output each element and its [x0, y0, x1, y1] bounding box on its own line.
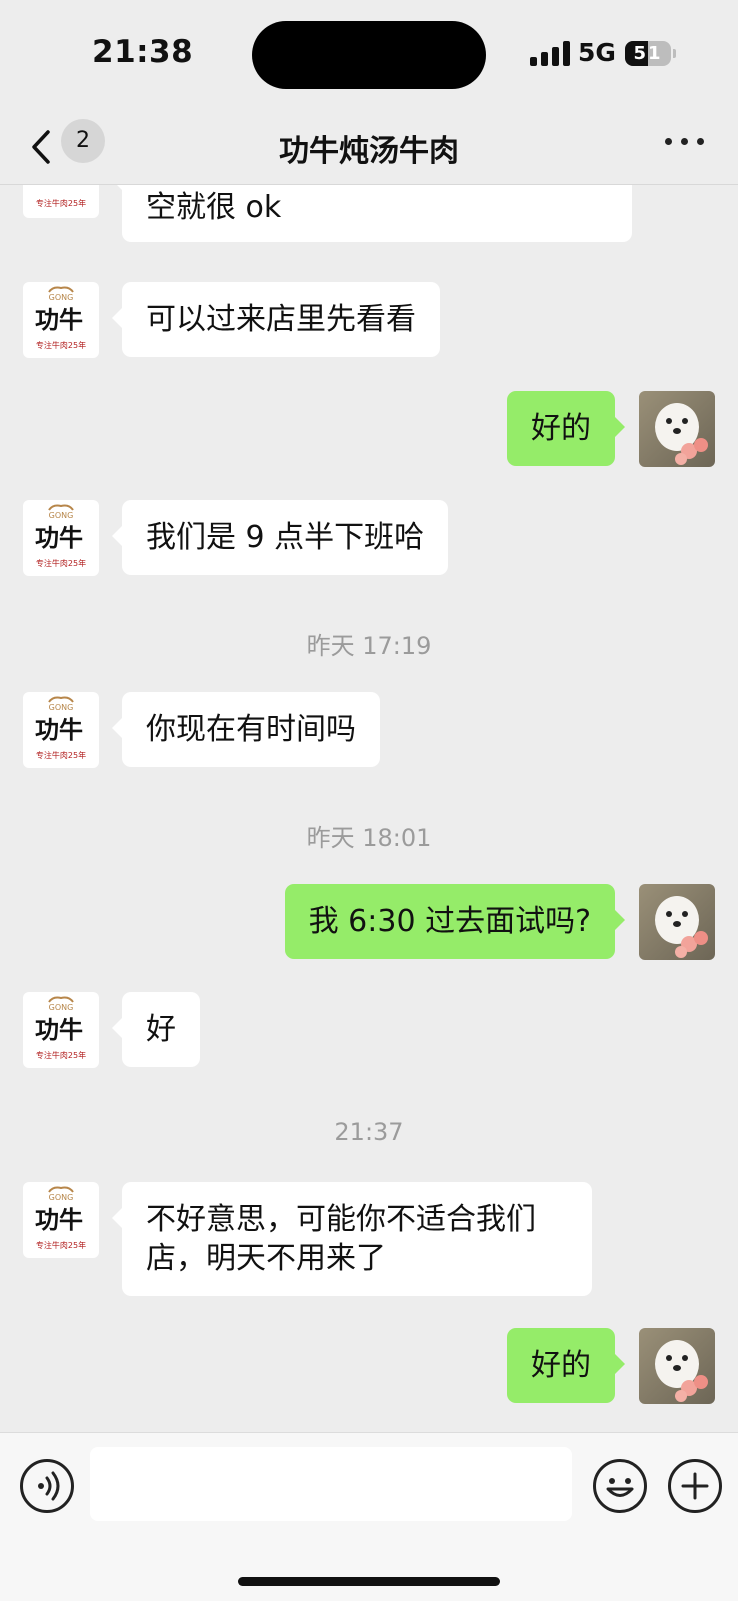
- message-text: 空就很 ok: [146, 190, 282, 225]
- message-text: 我们是 9 点半下班哈: [146, 520, 425, 555]
- svg-text:GONG: GONG: [49, 703, 74, 712]
- user-avatar[interactable]: [639, 391, 715, 467]
- svg-text:专注牛肉25年: 专注牛肉25年: [36, 750, 86, 760]
- message-text: 好: [146, 1012, 176, 1047]
- timestamp: 21:37: [334, 1118, 404, 1146]
- message-text: 可以过来店里先看看: [146, 302, 416, 337]
- emoji-icon[interactable]: [593, 1459, 647, 1513]
- svg-text:专注牛肉25年: 专注牛肉25年: [36, 198, 86, 208]
- contact-avatar[interactable]: GONG 功牛专注牛肉25年: [23, 992, 99, 1068]
- svg-text:GONG: GONG: [49, 1193, 74, 1202]
- contact-avatar[interactable]: GONG 功牛专注牛肉25年: [23, 1182, 99, 1258]
- message-text: 不好意思，可能你不适合我们店，明天不用来了: [146, 1202, 536, 1276]
- svg-text:功牛: 功牛: [35, 715, 83, 744]
- home-indicator[interactable]: [238, 1577, 500, 1586]
- message-bubble-incoming[interactable]: 不好意思，可能你不适合我们店，明天不用来了: [112, 1182, 592, 1296]
- input-bar: [0, 1432, 738, 1601]
- svg-text:功牛: 功牛: [35, 1205, 83, 1234]
- contact-avatar[interactable]: GONG 功牛专注牛肉25年: [23, 282, 99, 358]
- battery-icon: 51: [625, 41, 671, 66]
- chat-title: 功牛炖汤牛肉: [279, 134, 459, 169]
- timestamp: 昨天 17:19: [306, 632, 432, 660]
- status-time: 21:38: [92, 34, 194, 70]
- dynamic-island: [252, 21, 486, 89]
- svg-text:功牛: 功牛: [35, 1015, 83, 1044]
- status-bar: 21:38 5G 51: [0, 0, 738, 110]
- message-bubble-outgoing[interactable]: 好的: [507, 391, 625, 466]
- timestamp: 昨天 18:01: [306, 824, 432, 852]
- message-bubble-incoming[interactable]: 好: [112, 992, 200, 1067]
- svg-text:功牛: 功牛: [35, 523, 83, 552]
- message-bubble-outgoing[interactable]: 好的: [507, 1328, 625, 1403]
- voice-icon[interactable]: [20, 1459, 74, 1513]
- signal-icon: [530, 40, 570, 66]
- message-text: 你现在有时间吗: [146, 712, 356, 747]
- message-bubble-incoming[interactable]: 你现在有时间吗: [112, 692, 380, 767]
- message-text: 好的: [531, 1348, 591, 1383]
- message-bubble-incoming[interactable]: 可以过来店里先看看: [112, 282, 440, 357]
- svg-text:专注牛肉25年: 专注牛肉25年: [36, 1240, 86, 1250]
- network-type: 5G: [578, 38, 616, 67]
- svg-text:GONG: GONG: [49, 511, 74, 520]
- chat-header: 2 功牛炖汤牛肉: [0, 110, 738, 185]
- svg-text:GONG: GONG: [49, 1003, 74, 1012]
- svg-text:专注牛肉25年: 专注牛肉25年: [36, 558, 86, 568]
- message-text: 我 6:30 过去面试吗?: [308, 904, 591, 939]
- message-bubble-incoming[interactable]: 空就很 ok: [112, 184, 632, 242]
- message-list[interactable]: 功牛专注牛肉25年 空就很 ok GONG功牛专注牛肉25年 可以过来店里先看看…: [0, 184, 738, 1432]
- contact-avatar[interactable]: 功牛专注牛肉25年: [23, 184, 99, 218]
- battery-level: 51: [633, 43, 663, 64]
- svg-text:专注牛肉25年: 专注牛肉25年: [36, 1050, 86, 1060]
- more-icon[interactable]: [665, 134, 705, 148]
- svg-text:功牛: 功牛: [35, 305, 83, 334]
- user-avatar[interactable]: [639, 884, 715, 960]
- battery-tip: [673, 49, 676, 58]
- contact-avatar[interactable]: GONG 功牛专注牛肉25年: [23, 692, 99, 768]
- user-avatar[interactable]: [639, 1328, 715, 1404]
- svg-text:专注牛肉25年: 专注牛肉25年: [36, 340, 86, 350]
- contact-avatar[interactable]: GONG 功牛专注牛肉25年: [23, 500, 99, 576]
- svg-text:GONG: GONG: [49, 293, 74, 302]
- plus-icon[interactable]: [668, 1459, 722, 1513]
- message-text: 好的: [531, 411, 591, 446]
- message-input[interactable]: [90, 1447, 572, 1521]
- message-bubble-incoming[interactable]: 我们是 9 点半下班哈: [111, 500, 449, 575]
- message-bubble-outgoing[interactable]: 我 6:30 过去面试吗?: [284, 884, 626, 959]
